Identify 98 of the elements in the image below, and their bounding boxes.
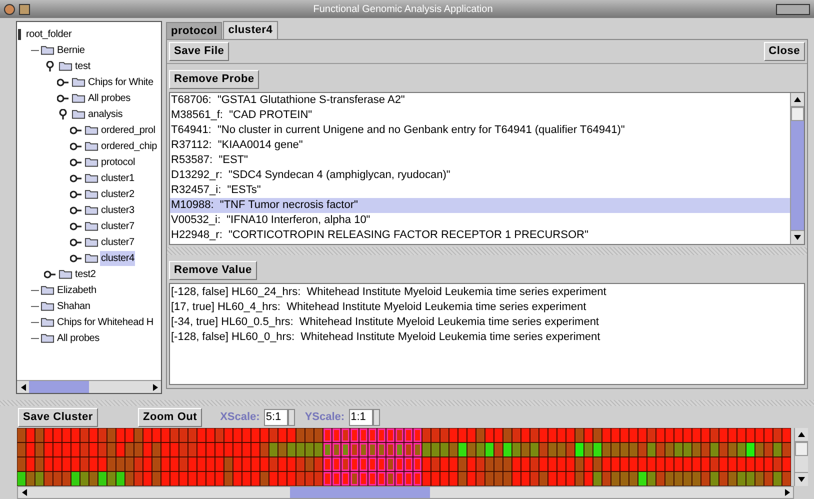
folder-icon [85, 189, 98, 199]
folder-icon [59, 269, 72, 279]
left-arrow-icon[interactable] [20, 384, 26, 390]
vertical-scrollbar[interactable] [790, 93, 804, 244]
value-item[interactable]: [-34, true] HL60_0.5_hrs: Whitehead Institute Myeloid Leukemia time series experiment [170, 315, 804, 330]
left-arrow-icon[interactable] [22, 489, 26, 496]
tree-item[interactable]: test [74, 58, 92, 74]
probe-item[interactable]: H22948_r: "CORTICOTROPIN RELEASING FACTOR RECEPTOR 1 PRECURSOR" [170, 228, 790, 243]
tree-item[interactable]: Shahan [56, 298, 92, 314]
up-arrow-icon[interactable] [794, 97, 801, 102]
probe-item[interactable]: M38561_f: "CAD PROTEIN" [170, 108, 790, 123]
collapsed-handle-icon[interactable] [57, 76, 69, 88]
collapsed-handle-icon[interactable] [70, 188, 82, 200]
menu-icon[interactable] [19, 4, 30, 14]
expanded-handle-icon[interactable] [57, 108, 69, 120]
scroll-thumb[interactable] [795, 442, 808, 456]
tree-item[interactable]: ordered_prol [100, 122, 156, 138]
tree-item[interactable]: ordered_chip [100, 138, 158, 154]
root-icon [18, 28, 21, 40]
folder-icon [72, 93, 85, 103]
folder-icon [41, 301, 54, 311]
folder-icon [59, 61, 72, 71]
value-item[interactable]: [-128, false] HL60_0_hrs: Whitehead Institute Myeloid Leukemia time series experiment [170, 330, 804, 345]
tree-item[interactable]: Chips for Whitehead H [56, 314, 154, 330]
tree-item[interactable]: cluster4 [100, 250, 136, 266]
folder-icon [85, 157, 98, 167]
tree-item[interactable]: All probes [87, 90, 132, 106]
tree-item[interactable]: Bernie [56, 42, 86, 58]
folder-icon [41, 317, 54, 327]
tree-item[interactable]: test2 [74, 266, 97, 282]
window-title: Functional Genomic Analysis Application [312, 2, 494, 16]
collapsed-handle-icon[interactable] [70, 236, 82, 248]
xscale-label: XScale: [220, 410, 260, 425]
down-arrow-icon[interactable] [794, 235, 801, 240]
probe-item[interactable]: R32457_i: "ESTs" [170, 183, 790, 198]
tree-item[interactable]: cluster1 [100, 170, 136, 186]
scroll-thumb[interactable] [791, 107, 804, 121]
folder-icon [41, 285, 54, 295]
tree-item[interactable]: All probes [56, 330, 100, 346]
tree-item[interactable]: cluster2 [100, 186, 136, 202]
up-arrow-icon[interactable] [798, 432, 805, 437]
save-file-button[interactable]: Save File [169, 42, 230, 61]
right-arrow-icon[interactable] [784, 489, 790, 496]
expanded-handle-icon[interactable] [44, 60, 56, 72]
yscale-label: YScale: [304, 410, 345, 425]
collapsed-handle-icon[interactable] [70, 220, 82, 232]
folder-icon [41, 333, 54, 343]
collapsed-handle-icon[interactable] [57, 92, 69, 104]
folder-icon [85, 253, 98, 263]
collapsed-handle-icon[interactable] [70, 140, 82, 152]
folder-icon [85, 205, 98, 215]
collapsed-handle-icon[interactable] [70, 172, 82, 184]
zoom-out-button[interactable]: Zoom Out [138, 408, 202, 426]
probe-item[interactable]: D13292_r: "SDC4 Syndecan 4 (amphiglycan, ryudocan)" [170, 168, 790, 183]
tree-item[interactable]: root_folder [25, 26, 73, 42]
close-button[interactable]: Close [764, 42, 805, 61]
yscale-field[interactable]: 1:1 [348, 408, 373, 426]
vertical-scrollbar[interactable] [794, 428, 808, 486]
tree-item[interactable]: cluster7 [100, 234, 136, 250]
collapsed-handle-icon[interactable] [70, 124, 82, 136]
folder-icon [85, 221, 98, 231]
tree-item[interactable]: Elizabeth [56, 282, 98, 298]
tree-item[interactable]: analysis [87, 106, 124, 122]
folder-icon [85, 125, 98, 135]
folder-icon [72, 77, 85, 87]
tree-item[interactable]: cluster7 [100, 218, 136, 234]
tree-item[interactable]: cluster3 [100, 202, 136, 218]
heatmap-drawing[interactable] [17, 428, 791, 486]
down-arrow-icon[interactable] [798, 477, 805, 482]
remove-value-button[interactable]: Remove Value [169, 261, 257, 280]
folder-icon [85, 173, 98, 183]
collapsed-handle-icon[interactable] [70, 252, 82, 264]
probe-item[interactable]: V00532_i: "IFNA10 Interferon, alpha 10" [170, 213, 790, 228]
folder-icon [85, 237, 98, 247]
folder-icon [41, 45, 54, 55]
remove-probe-button[interactable]: Remove Probe [169, 70, 260, 89]
probe-item[interactable]: T68706: "GSTA1 Glutathione S-transferase A2" [170, 93, 790, 108]
tree-item[interactable]: Chips for White [87, 74, 154, 90]
right-arrow-icon[interactable] [152, 384, 158, 390]
xscale-field[interactable]: 5:1 [264, 408, 288, 426]
folder-icon [72, 109, 85, 119]
horizontal-scrollbar[interactable] [17, 380, 161, 393]
probe-item[interactable]: R53587: "EST" [170, 153, 790, 168]
folder-icon [85, 141, 98, 151]
tab[interactable]: protocol [166, 22, 222, 39]
probe-item[interactable]: R37112: "KIAA0014 gene" [170, 138, 790, 153]
collapsed-handle-icon[interactable] [70, 156, 82, 168]
collapsed-handle-icon[interactable] [70, 204, 82, 216]
collapsed-handle-icon[interactable] [44, 268, 56, 280]
horizontal-scrollbar[interactable] [17, 486, 794, 499]
value-item[interactable]: [17, true] HL60_4_hrs: Whitehead Institute Myeloid Leukemia time series experiment [170, 300, 804, 315]
save-cluster-button[interactable]: Save Cluster [18, 408, 98, 426]
tab[interactable]: cluster4 [223, 21, 278, 39]
tree-item[interactable]: protocol [100, 154, 136, 170]
value-item[interactable]: [-128, false] HL60_24_hrs: Whitehead Institute Myeloid Leukemia time series experiment [170, 285, 804, 300]
probe-item[interactable]: T64941: "No cluster in current Unigene and no Genbank entry for T64941 (qualifier T64941)" [170, 123, 790, 138]
probe-item[interactable]: M10988: "TNF Tumor necrosis factor" [170, 198, 790, 213]
app-icon [4, 4, 15, 14]
